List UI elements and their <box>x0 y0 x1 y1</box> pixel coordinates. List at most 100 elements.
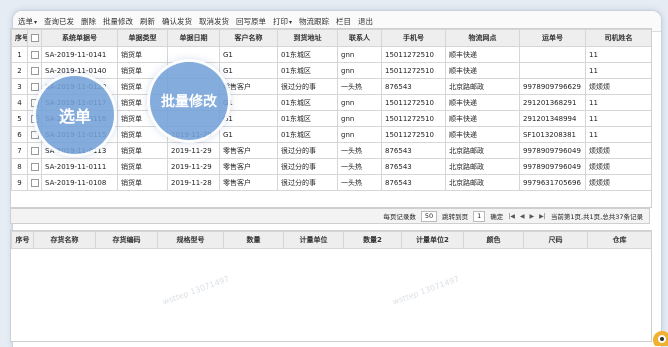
cell-order-type: 销货单 <box>117 46 168 63</box>
col-header[interactable]: 计量单位2 <box>401 231 464 249</box>
table-row[interactable]: 1 SA-2019-11-0141 销货单 G1 01东城区 gnn 15011272510… <box>11 46 651 63</box>
last-page-icon[interactable]: ▶| <box>539 213 546 220</box>
col-header[interactable]: 到货地址 <box>277 29 338 47</box>
page-input[interactable]: 1 <box>473 210 486 222</box>
col-header[interactable]: 手机号 <box>381 29 446 47</box>
batch-edit-callout: 批量修改 <box>150 62 228 140</box>
select-order-callout: 选单 <box>36 76 114 154</box>
col-header[interactable]: 客户名称 <box>219 29 278 47</box>
cell-customer-name: G1 <box>219 62 278 79</box>
table-row[interactable]: 7SA-2019-11-0113销货单2019-11-29零售客户很过分的事一头… <box>11 142 651 159</box>
cell-order-type: 销货单 <box>117 174 168 191</box>
chevron-down-icon: ▾ <box>34 18 38 26</box>
table-row[interactable]: 8 SA-2019-11-0111 销货单 2019-11-29 零售客户 很过分的事 一头… <box>11 158 651 175</box>
cell-customer-name: 零售客户 <box>219 78 278 95</box>
col-header[interactable]: 存货编码 <box>95 231 158 249</box>
cell-delivery-address: 01东城区 <box>277 126 338 143</box>
table-row[interactable]: 2 SA-2019-11-0140 销货单 G1 01东城区 gnn 15011272510… <box>11 62 651 79</box>
writeback-button[interactable]: 回写原单 <box>236 16 266 27</box>
cell-customer-name: G1 <box>219 126 278 143</box>
cell-phone: 15011272510 <box>381 62 446 79</box>
row-checkbox[interactable] <box>27 78 42 95</box>
assistant-icon[interactable] <box>646 324 668 346</box>
jump-label: 跳转到页 <box>442 213 469 221</box>
cell-delivery-address: 01东城区 <box>277 62 338 79</box>
jump-confirm-button[interactable]: 确定 <box>490 211 503 221</box>
cell-contact: 一头热 <box>337 174 382 191</box>
cell-row-index: 7 <box>11 142 28 159</box>
next-page-icon[interactable]: ▶ <box>530 213 535 220</box>
table-row[interactable]: 3SA-2019-11-0120销货单零售客户很过分的事一头热876543北京路… <box>11 78 651 95</box>
col-header[interactable]: 数量2 <box>343 231 402 249</box>
prev-page-icon[interactable]: ◀ <box>520 213 525 220</box>
row-checkbox[interactable] <box>27 62 42 79</box>
col-header[interactable]: 存货名称 <box>33 231 96 249</box>
batch-edit-button[interactable]: 批量修改 <box>103 16 133 27</box>
cell-customer-name: G1 <box>219 46 278 63</box>
select-all-checkbox[interactable] <box>27 29 42 47</box>
col-header[interactable]: 运单号 <box>519 29 586 47</box>
col-header[interactable]: 序号 <box>11 231 34 249</box>
col-header[interactable]: 数量 <box>223 231 284 249</box>
first-page-icon[interactable]: |◀ <box>508 213 515 220</box>
col-header[interactable]: 单据类型 <box>117 29 168 47</box>
exit-button[interactable]: 退出 <box>358 16 373 27</box>
detail-header-row: 序号 存货名称 存货编码 规格型号 数量 计量单位 数量2 计量单位2 颜色 尺… <box>11 231 651 249</box>
per-page-label: 每页记录数 <box>383 213 416 221</box>
cell-row-index: 1 <box>11 46 28 63</box>
col-header[interactable]: 单据日期 <box>167 29 220 47</box>
cell-contact: 一头热 <box>337 78 382 95</box>
cell-delivery-address: 很过分的事 <box>277 174 338 191</box>
cell-logistics-point: 北京路邮政 <box>445 142 520 159</box>
col-header[interactable]: 物流网点 <box>445 29 520 47</box>
per-page-select[interactable]: 50 <box>420 210 438 222</box>
print-button[interactable]: 打印▾ <box>273 16 292 27</box>
select-order-button[interactable]: 选单▾ <box>18 16 37 27</box>
col-header[interactable]: 系统单据号 <box>41 29 118 47</box>
cell-waybill-number: 9978909796629 <box>519 78 586 95</box>
col-header[interactable]: 仓库 <box>587 231 651 249</box>
col-header[interactable]: 规格型号 <box>157 231 224 249</box>
cell-logistics-point: 顺丰快递 <box>445 94 520 111</box>
grid-header-row: 序号 系统单据号 单据类型 单据日期 客户名称 到货地址 联系人 手机号 物流网… <box>11 29 651 47</box>
col-header[interactable]: 序号 <box>11 29 28 47</box>
row-checkbox[interactable] <box>27 174 42 191</box>
cell-row-index: 9 <box>11 174 28 191</box>
cell-logistics-point: 顺丰快递 <box>445 110 520 127</box>
col-header[interactable]: 司机姓名 <box>585 29 651 47</box>
cell-delivery-address: 01东城区 <box>277 46 338 63</box>
cell-waybill-number: 291201368291 <box>519 94 586 111</box>
cell-customer-name: 零售客户 <box>219 158 278 175</box>
watermark: wsttep 13071497 <box>391 274 461 307</box>
confirm-ship-button[interactable]: 确认发货 <box>162 16 192 27</box>
refresh-button[interactable]: 刷新 <box>140 16 155 27</box>
row-checkbox[interactable] <box>27 158 42 175</box>
row-checkbox[interactable] <box>27 142 42 159</box>
cell-driver-name: 11 <box>585 46 651 63</box>
cell-contact: gnn <box>337 126 382 143</box>
col-header[interactable]: 联系人 <box>337 29 382 47</box>
columns-button[interactable]: 栏目 <box>336 16 351 27</box>
cell-delivery-address: 很过分的事 <box>277 78 338 95</box>
col-header[interactable]: 尺码 <box>523 231 588 249</box>
detail-grid: 序号 存货名称 存货编码 规格型号 数量 计量单位 数量2 计量单位2 颜色 尺… <box>10 230 652 342</box>
cell-row-index: 3 <box>11 78 28 95</box>
logistics-track-button[interactable]: 物流跟踪 <box>299 16 329 27</box>
cell-order-number: SA-2019-11-0141 <box>41 46 118 63</box>
cell-row-index: 8 <box>11 158 28 175</box>
cell-driver-name: 11 <box>585 94 651 111</box>
col-header[interactable]: 颜色 <box>463 231 524 249</box>
row-checkbox[interactable] <box>27 46 42 63</box>
cell-contact: gnn <box>337 62 382 79</box>
cell-phone: 876543 <box>381 78 446 95</box>
delete-button[interactable]: 删除 <box>81 16 96 27</box>
cancel-ship-button[interactable]: 取消发货 <box>199 16 229 27</box>
cell-order-type: 销货单 <box>117 158 168 175</box>
cell-driver-name: 烦烦烦 <box>585 158 651 175</box>
cell-order-date: 2019-11-28 <box>167 174 220 191</box>
cell-waybill-number: SF1013208381 <box>519 126 586 143</box>
table-row[interactable]: 9 SA-2019-11-0108 销货单 2019-11-28 零售客户 很过分的事 一头… <box>11 174 651 191</box>
col-header[interactable]: 计量单位 <box>283 231 344 249</box>
query-shipped-button[interactable]: 查询已发 <box>44 16 74 27</box>
cell-order-number: SA-2019-11-0111 <box>41 158 118 175</box>
